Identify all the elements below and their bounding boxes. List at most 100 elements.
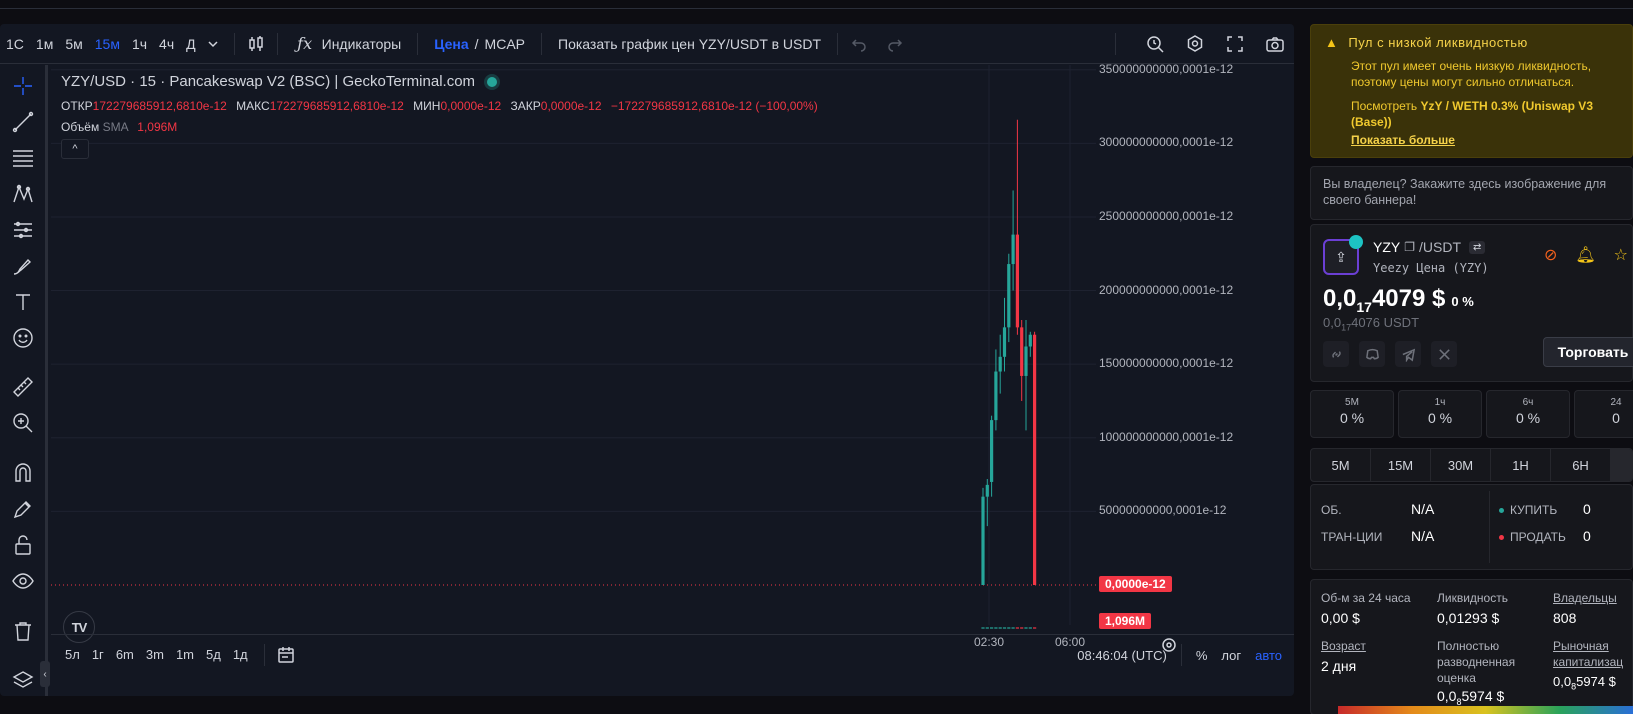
swap-pair-icon[interactable]: ⇄ xyxy=(1469,240,1486,254)
holders-label[interactable]: Владельцы xyxy=(1553,590,1617,606)
stats-tab-15m[interactable]: 15M xyxy=(1371,449,1431,481)
indicators-label: Индикаторы xyxy=(321,35,402,52)
clock-readout[interactable]: 08:46:04 (UTC) xyxy=(1077,648,1167,663)
open-label: ОТКР xyxy=(61,99,93,113)
bell-icon[interactable]: 🔔︎ xyxy=(1575,245,1595,265)
link-icon[interactable] xyxy=(1323,341,1349,367)
fullscreen-icon[interactable] xyxy=(1224,33,1246,55)
tf-1s[interactable]: 1С xyxy=(0,36,30,52)
candle-body xyxy=(994,371,998,421)
low-liquidity-warning: ▲ Пул с низкой ликвидностью Этот пул име… xyxy=(1310,24,1633,158)
magnet-icon[interactable] xyxy=(7,458,39,488)
owner-banner[interactable]: Вы владелец? Закажите здесь изображение … xyxy=(1310,166,1633,220)
range-6m[interactable]: 6m xyxy=(110,647,140,662)
layers-icon[interactable] xyxy=(7,666,39,696)
ad-banner-strip[interactable] xyxy=(1338,706,1633,714)
tf-1m[interactable]: 1м xyxy=(30,36,59,52)
collapse-toolbar-button[interactable]: ‹ xyxy=(40,661,50,687)
trendline-tool[interactable] xyxy=(7,107,39,137)
mcap-label[interactable]: Рыночная капитализац xyxy=(1553,638,1633,670)
age-value: 2 дня xyxy=(1321,658,1357,674)
upload-icon: ⇪ xyxy=(1335,248,1347,265)
stats-volume-label: ОБ. xyxy=(1321,503,1342,517)
text-tool[interactable] xyxy=(7,287,39,317)
legend-collapse-button[interactable]: ^ xyxy=(61,139,89,159)
chart-plot[interactable]: YZY/USD · 15 · Pancakeswap V2 (BSC) | Ge… xyxy=(51,62,1294,696)
tf-15m[interactable]: 15м xyxy=(89,36,126,52)
change-24h[interactable]: 24 0 xyxy=(1574,390,1633,438)
emoji-tool[interactable] xyxy=(7,323,39,353)
prediction-tool[interactable] xyxy=(7,215,39,245)
percent-scale-toggle[interactable]: % xyxy=(1196,648,1208,663)
toolbar-divider xyxy=(276,32,278,55)
trash-icon[interactable] xyxy=(7,616,39,646)
bottom-divider xyxy=(1180,644,1182,666)
age-label[interactable]: Возраст xyxy=(1321,638,1366,654)
candles-icon[interactable] xyxy=(245,33,267,55)
show-usdt-button[interactable]: Показать график цен YZY/USDT в USDT xyxy=(552,36,827,52)
stay-drawing-icon[interactable] xyxy=(7,494,39,524)
change-6h[interactable]: 6ч 0 % xyxy=(1486,390,1570,438)
copy-icon[interactable]: ❐ xyxy=(1404,240,1415,254)
price-mcap-toggle[interactable]: Цена / MCAP xyxy=(428,36,531,52)
change-1h[interactable]: 1ч 0 % xyxy=(1398,390,1482,438)
mcap-lead: 0,0 xyxy=(1553,674,1572,689)
change-5m[interactable]: 5М 0 % xyxy=(1310,390,1394,438)
x-icon[interactable] xyxy=(1431,341,1457,367)
volume-label: Объём xyxy=(61,120,100,134)
goto-date-icon[interactable] xyxy=(275,644,297,666)
telegram-icon[interactable] xyxy=(1395,341,1421,367)
indicators-button[interactable]: ƒx Индикаторы xyxy=(288,33,408,55)
range-5y[interactable]: 5л xyxy=(59,647,86,662)
range-1d[interactable]: 1д xyxy=(227,647,254,662)
pattern-tool[interactable] xyxy=(7,179,39,209)
settings-icon[interactable] xyxy=(1184,33,1206,55)
volume-legend: Объём SMA 1,096M xyxy=(61,120,177,134)
crosshair-tool[interactable] xyxy=(7,71,39,101)
tf-1d[interactable]: Д xyxy=(180,36,201,52)
tf-4h[interactable]: 4ч xyxy=(153,36,180,52)
stats-tab-30m[interactable]: 30M xyxy=(1431,449,1491,481)
stats-tab-24h[interactable]: 2 xyxy=(1611,449,1632,481)
redo-icon[interactable] xyxy=(884,33,906,55)
trade-stats: ОБ. N/A ТРАН-ЦИИ N/A КУПИТЬ 0 ПРОДАТЬ 0 xyxy=(1310,484,1633,570)
zoom-in-tool[interactable] xyxy=(7,408,39,438)
star-icon[interactable]: ☆ xyxy=(1614,245,1628,265)
token-symbol: YZY xyxy=(1373,239,1401,255)
range-1m[interactable]: 1m xyxy=(170,647,200,662)
tf-5m[interactable]: 5м xyxy=(59,36,88,52)
change-value: 0 % xyxy=(1515,410,1541,426)
price-axis-label: 50000000000,0001e-12 xyxy=(1099,503,1227,518)
fib-tool[interactable] xyxy=(7,143,39,173)
buy-dot xyxy=(1499,508,1504,514)
lock-icon[interactable] xyxy=(7,530,39,560)
quick-search-icon[interactable] xyxy=(1144,33,1166,55)
volume-bar xyxy=(994,627,998,629)
token-card: ⇪ YZY ❐ /USDT ⇄ Yeezy Цена (YZY) ⊘ 🔔︎ ☆ … xyxy=(1310,224,1633,382)
brush-tool[interactable] xyxy=(7,251,39,281)
stats-volume-value: N/A xyxy=(1411,501,1435,517)
show-more-link[interactable]: Показать больше xyxy=(1351,133,1455,147)
tf-1h[interactable]: 1ч xyxy=(126,36,153,52)
stats-tab-5m[interactable]: 5M xyxy=(1311,449,1371,481)
ruler-tool[interactable] xyxy=(7,372,39,402)
stats-tab-6h[interactable]: 6H xyxy=(1551,449,1611,481)
range-3m[interactable]: 3m xyxy=(140,647,170,662)
change-value: 0 % xyxy=(1427,410,1453,426)
volume-bar xyxy=(985,627,989,629)
stats-tab-1h[interactable]: 1H xyxy=(1491,449,1551,481)
undo-icon[interactable] xyxy=(848,33,870,55)
camera-icon[interactable] xyxy=(1264,33,1286,55)
range-1y[interactable]: 1г xyxy=(86,647,110,662)
range-5d[interactable]: 5д xyxy=(200,647,227,662)
chevron-down-icon[interactable] xyxy=(202,33,224,55)
function-icon: ƒx xyxy=(297,34,313,53)
auto-scale-toggle[interactable]: авто xyxy=(1255,648,1282,663)
hide-icon[interactable]: ⊘ xyxy=(1544,245,1557,265)
eye-icon[interactable] xyxy=(7,566,39,596)
trade-button[interactable]: Торговать xyxy=(1543,337,1633,367)
discord-icon[interactable] xyxy=(1359,341,1385,367)
volume-bar xyxy=(1007,627,1011,629)
fdv-lead: 0,0 xyxy=(1437,688,1457,704)
log-scale-toggle[interactable]: лог xyxy=(1221,648,1241,663)
